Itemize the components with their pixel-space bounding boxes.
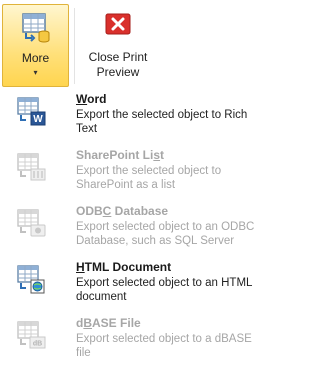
close-label-line1: Close Print [88,50,148,64]
menu-item-html-desc: Export selected object to an HTML documen… [76,277,253,303]
odbc-export-icon [17,209,46,237]
table-export-icon [22,13,50,43]
close-label-line2: Preview [96,65,140,79]
close-print-preview-label: Close Print Preview [80,50,156,80]
menu-item-dbase-title: dBASE File [76,316,141,330]
svg-text:dB: dB [33,341,42,348]
ribbon-group: More ▾ Close Print Preview [0,0,314,90]
menu-item-word-desc: Export the selected object to Rich Text [76,109,248,135]
dbase-export-icon: dB [17,321,46,349]
menu-item-odbc-database: ODBC Database Export selected object to … [0,204,314,260]
sharepoint-export-icon [17,153,46,181]
menu-item-odbc-desc: Export selected object to an ODBC Databas… [76,221,255,247]
html-export-icon [17,265,45,294]
more-button[interactable]: More ▾ [2,4,69,87]
chevron-down-icon: ▾ [33,68,38,77]
ribbon-separator [74,8,75,84]
menu-item-html-document[interactable]: HTML Document Export selected object to … [0,260,314,316]
close-print-preview-button[interactable]: Close Print Preview [80,4,156,87]
menu-item-sharepoint-list: SharePoint List Export the selected obje… [0,148,314,204]
menu-item-sharepoint-desc: Export the selected object to SharePoint … [76,165,222,191]
menu-item-dbase-file: dB dBASE File Export selected object to … [0,316,314,372]
menu-item-word[interactable]: W Word Export the selected object to Ric… [0,92,314,148]
menu-item-word-title: Word [76,92,107,106]
word-export-icon: W [17,97,46,126]
menu-item-dbase-desc: Export selected object to a dBASE file [76,333,252,359]
svg-text:W: W [33,114,43,125]
menu-item-html-title: HTML Document [76,260,172,274]
menu-item-sharepoint-title: SharePoint List [76,148,165,162]
close-x-icon [105,13,131,35]
more-dropdown-menu: W Word Export the selected object to Ric… [0,90,314,376]
more-button-label: More [21,51,50,65]
menu-item-odbc-title: ODBC Database [76,204,169,218]
